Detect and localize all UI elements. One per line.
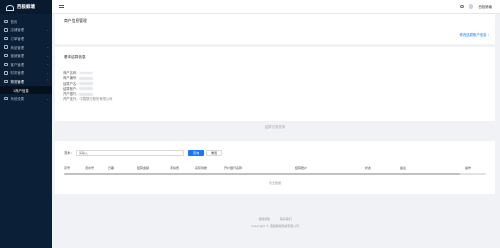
sidebar-item-label: 财务管理 [10, 71, 25, 76]
logo-icon [5, 4, 14, 11]
section-divider: 结算记录查询 [55, 122, 495, 132]
menu-toggle-icon[interactable] [59, 5, 64, 8]
page-header: 商户信息管理 修改结算账户信息 › [55, 14, 495, 44]
sidebar-item-customers[interactable]: 客户管理 ⌄ [0, 60, 52, 69]
chevron-down-icon: ⌄ [46, 62, 49, 67]
chevron-down-icon: ⌄ [46, 45, 49, 50]
query-button[interactable]: 查询 [187, 150, 205, 156]
sidebar-item-label: 1商户信息 [13, 88, 29, 93]
sidebar-item-label: 店铺管理 [10, 28, 25, 33]
avatar[interactable] [468, 4, 474, 9]
sidebar-subitem-merchant-info[interactable]: 1商户信息 [0, 85, 52, 95]
orders-icon [4, 36, 8, 41]
sidebar-item-label: 商品管理 [10, 45, 25, 50]
field-label: 开户支行： [63, 97, 80, 102]
column-header[interactable]: 备注 [400, 166, 406, 170]
copyright: Copyright © 西极鲸塘科技有限公司 [251, 224, 299, 228]
edit-settlement-link[interactable]: 修改结算账户信息 › [459, 32, 489, 37]
sidebar-item-orders[interactable]: 订单管理 [0, 34, 52, 43]
app-title: 西极鲸塘 [17, 5, 35, 10]
column-header[interactable]: 日期 [108, 166, 114, 170]
chevron-down-icon: ⌄ [46, 27, 49, 32]
chevron-down-icon: ⌄ [46, 70, 49, 75]
sidebar-item-label: 营销管理 [10, 54, 25, 59]
column-header[interactable]: 结算金额 [137, 166, 149, 170]
field-label: 开户银行： [63, 92, 80, 97]
home-icon [4, 19, 8, 24]
reset-button[interactable]: 重置 [206, 150, 223, 156]
column-header[interactable]: 状态 [365, 166, 371, 170]
masked-value [79, 82, 94, 85]
masked-value [79, 76, 94, 80]
products-icon [4, 45, 8, 49]
masked-value [79, 71, 94, 75]
scrollbar-thumb[interactable] [64, 173, 460, 175]
masked-value [79, 92, 94, 96]
search-label: 流水： [64, 151, 74, 156]
marketing-icon [4, 53, 8, 58]
footer-link-help[interactable]: 使用帮助 [258, 217, 270, 221]
chevron-up-icon: ⌃ [46, 79, 49, 84]
info-fields: 商户名称： 商户编号： 结算户名： 结算账户： 开户银行： 开户支行：中国银行股… [63, 71, 112, 103]
search-bar: 流水： 查询 重置 [64, 150, 223, 156]
sidebar-nav: 首页 店铺管理 ⌄ 订单管理 商品管理 ⌄ 营销管理 ⌄ 客户管理 ⌄ 财务管理 ⌄ 物流… [0, 14, 52, 103]
sidebar-item-marketing[interactable]: 营销管理 ⌄ [0, 51, 52, 60]
help-icon[interactable]: i [460, 4, 464, 9]
top-bar: i 西极鲸塘 [52, 0, 500, 14]
field-branch: 开户支行：中国银行股份有限公司 [63, 97, 112, 102]
records-card: 流水： 查询 重置 序号 流水号 日期 结算金额 手续费 实际到账 开户银行名称… [55, 141, 495, 194]
field-label: 商户编号： [63, 76, 80, 81]
settings-icon [4, 96, 8, 101]
sidebar-item-settings[interactable]: 系统设置 ⌄ [0, 94, 52, 103]
footer-links: 使用帮助 联系我们 [55, 217, 495, 221]
page-title: 商户信息管理 [64, 18, 87, 23]
user-menu[interactable]: 西极鲸塘 [478, 4, 492, 9]
finance-icon [4, 71, 8, 75]
sidebar-item-finance[interactable]: 财务管理 ⌄ [0, 69, 52, 78]
column-header[interactable]: 序号 [64, 166, 70, 170]
masked-value [79, 87, 94, 91]
table-header: 序号 流水号 日期 结算金额 手续费 实际到账 开户银行名称 结算账户 状态 备… [62, 166, 492, 172]
column-header[interactable]: 实际到账 [195, 166, 207, 170]
sidebar-item-shop[interactable]: 店铺管理 ⌄ [0, 26, 52, 35]
column-header[interactable]: 手续费 [170, 166, 179, 170]
field-label: 结算账户： [63, 86, 80, 91]
empty-state: 暂无数据 [268, 181, 281, 185]
settlement-info-card: 基本结算信息 商户名称： 商户编号： 结算户名： 结算账户： 开户银行： 开户支… [55, 47, 495, 121]
field-label: 结算户名： [63, 81, 80, 86]
field-value: 中国银行股份有限公司 [79, 97, 113, 102]
app-logo[interactable]: 西极鲸塘 [0, 0, 52, 14]
sidebar-item-logistics[interactable]: 物流管理 ⌃ [0, 77, 52, 86]
sidebar-item-label: 订单管理 [10, 36, 25, 41]
sidebar-item-label: 首页 [10, 19, 18, 24]
chevron-down-icon: ⌄ [46, 53, 49, 58]
sidebar-item-label: 物流管理 [10, 79, 25, 84]
sidebar-item-home[interactable]: 首页 [0, 17, 52, 26]
column-header[interactable]: 流水号 [85, 166, 94, 170]
chevron-down-icon: ⌄ [46, 96, 49, 101]
customers-icon [4, 62, 8, 67]
main-content: 商户信息管理 修改结算账户信息 › 基本结算信息 商户名称： 商户编号： 结算户… [55, 14, 497, 248]
field-label: 商户名称： [63, 71, 80, 75]
sidebar: 西极鲸塘 首页 店铺管理 ⌄ 订单管理 商品管理 ⌄ 营销管理 ⌄ 客户管理 ⌄ 财务管… [0, 0, 52, 248]
sidebar-item-label: 系统设置 [10, 97, 25, 102]
user-area: i 西极鲸塘 [460, 4, 492, 9]
sidebar-item-products[interactable]: 商品管理 ⌄ [0, 43, 52, 52]
horizontal-scrollbar[interactable] [64, 173, 486, 175]
shop-icon [4, 28, 8, 32]
column-header[interactable]: 操作 [465, 166, 471, 170]
footer: 使用帮助 联系我们 Copyright © 西极鲸塘科技有限公司 [55, 217, 495, 228]
column-header[interactable]: 结算账户 [295, 166, 307, 170]
footer-link-contact[interactable]: 联系我们 [280, 217, 292, 221]
column-header[interactable]: 开户银行名称 [224, 166, 242, 170]
card-title: 基本结算信息 [64, 55, 86, 59]
search-input[interactable] [75, 150, 184, 156]
sidebar-item-label: 客户管理 [10, 62, 25, 67]
logistics-icon [4, 79, 8, 84]
